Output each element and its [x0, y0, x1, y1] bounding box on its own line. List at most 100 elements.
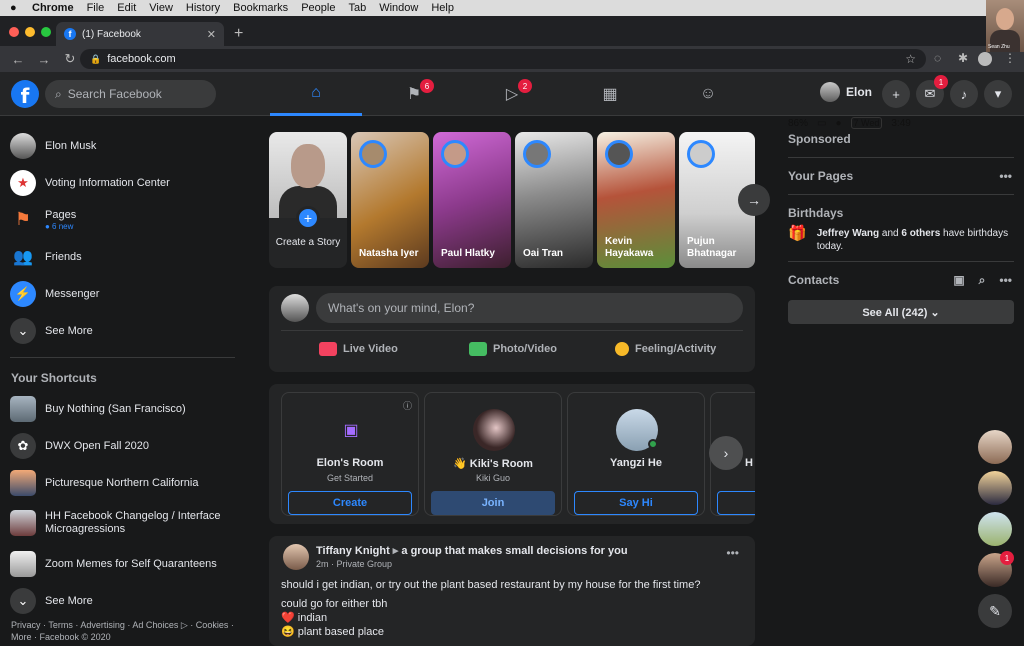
menu-bookmarks[interactable]: Bookmarks [233, 2, 288, 14]
apple-icon[interactable]: ● [10, 2, 22, 14]
join-room-button[interactable]: Join [431, 491, 555, 515]
menu-edit[interactable]: Edit [117, 2, 136, 14]
url-text: facebook.com [107, 53, 176, 65]
more-options-icon[interactable]: ••• [726, 546, 739, 560]
menu-help[interactable]: Help [431, 2, 454, 14]
birthday-text: Jeffrey Wang and 6 others have birthdays… [817, 227, 1014, 253]
right-divider [788, 194, 1014, 195]
rooms-next-chevron-icon[interactable]: › [709, 436, 743, 470]
shortcut-hh-changelog[interactable]: HH Facebook Changelog / Interface Microa… [0, 501, 245, 545]
facebook-logo-icon[interactable]: f [11, 80, 39, 108]
photo-video-button[interactable]: Photo/Video [469, 342, 557, 356]
pages-badge: 6 [420, 79, 434, 93]
watch-icon[interactable]: ▷ 2 [466, 72, 558, 116]
reload-icon[interactable]: ↻ [62, 51, 78, 67]
chrome-menu-icon[interactable]: ⋮ [1004, 51, 1016, 65]
search-icon[interactable]: ⌕ [979, 273, 986, 288]
shortcut-picturesque[interactable]: Picturesque Northern California [0, 464, 245, 501]
chat-head-avatar[interactable] [978, 471, 1012, 505]
account-chevron-down-icon[interactable]: ▾ [984, 80, 1012, 108]
pages-flag-icon[interactable]: ⚑ 6 [368, 72, 460, 116]
more-options-icon[interactable]: ••• [999, 273, 1012, 288]
shortcuts-see-more[interactable]: ⌄ See More [0, 582, 245, 619]
new-room-video-icon[interactable]: ▣ [953, 273, 964, 288]
back-icon[interactable]: ← [10, 52, 26, 67]
story-avatar [441, 140, 469, 168]
shortcut-zoom-memes[interactable]: Zoom Memes for Self Quaranteens [0, 545, 245, 582]
see-all-contacts-button[interactable]: See All (242) ⌄ [788, 300, 1014, 324]
messenger-icon[interactable]: ✉ 1 [916, 75, 948, 108]
create-room-button[interactable]: Create [288, 491, 412, 515]
zoom-window-icon[interactable] [41, 27, 51, 37]
stories-tray: + Create a Story Natasha Iyer Paul Hlatk… [269, 132, 755, 268]
story-card[interactable]: Paul Hlatky [433, 132, 511, 268]
forward-icon[interactable]: → [36, 52, 52, 67]
chat-head-avatar[interactable] [978, 512, 1012, 546]
menu-file[interactable]: File [87, 2, 105, 14]
sidebar-item-profile[interactable]: Elon Musk [0, 127, 245, 164]
chat-head-avatar[interactable] [978, 430, 1012, 464]
menu-window[interactable]: Window [379, 2, 418, 14]
minimize-window-icon[interactable] [25, 27, 35, 37]
add-story-plus-icon[interactable]: + [296, 206, 320, 230]
marketplace-icon[interactable]: ▦ [564, 72, 656, 116]
create-story-card[interactable]: + Create a Story [269, 132, 347, 268]
new-tab-icon[interactable]: + [234, 25, 243, 43]
online-status-icon [648, 439, 658, 449]
groups-icon[interactable]: ☺ [662, 72, 754, 116]
sidebar-item-messenger[interactable]: ⚡ Messenger [0, 275, 245, 312]
chat-head-avatar[interactable]: 1 [978, 551, 1014, 587]
search-box[interactable]: ⌕ [45, 80, 216, 108]
shortcut-dwx[interactable]: ✿ DWX Open Fall 2020 [0, 427, 245, 464]
url-bar[interactable]: 🔒 facebook.com ☆ [80, 49, 926, 69]
post-group[interactable]: a group that makes small decisions for y… [401, 545, 627, 557]
notifications-bell-icon[interactable]: ♪ [950, 80, 978, 108]
window-controls [9, 27, 51, 37]
menu-view[interactable]: View [149, 2, 173, 14]
birthday-notice[interactable]: 🎁 Jeffrey Wang and 6 others have birthda… [788, 226, 1014, 253]
info-icon[interactable]: ⓘ [403, 399, 412, 412]
birthday-name: Jeffrey Wang [816, 228, 880, 239]
browser-tab[interactable]: f (1) Facebook ✕ [56, 22, 224, 46]
sidebar-item-friends[interactable]: 👥 Friends [0, 238, 245, 275]
story-card[interactable]: Natasha Iyer [351, 132, 429, 268]
menu-people[interactable]: People [301, 2, 335, 14]
story-card[interactable]: Oai Tran [515, 132, 593, 268]
bookmark-star-icon[interactable]: ☆ [905, 52, 916, 66]
avatar [473, 409, 515, 451]
room-button[interactable] [717, 491, 755, 515]
story-card[interactable]: Kevin Hayakawa [597, 132, 675, 268]
messenger-icon: ⚡ [10, 280, 36, 307]
avatar[interactable] [283, 544, 309, 570]
lock-icon[interactable]: 🔒 [90, 54, 101, 65]
stories-next-arrow-icon[interactable]: → [738, 184, 770, 216]
post-author[interactable]: Tiffany Knight [316, 545, 390, 557]
close-tab-icon[interactable]: ✕ [207, 28, 216, 41]
shortcut-buy-nothing[interactable]: Buy Nothing (San Francisco) [0, 390, 245, 427]
room-title: Yangzi He [610, 457, 662, 469]
address-bar-row: ← → ↻ 🔒 facebook.com ☆ ◌ ✱ ⋮ [0, 46, 1024, 72]
profile-chip[interactable]: Elon [820, 82, 872, 102]
sidebar-item-voting[interactable]: ★ Voting Information Center [0, 164, 245, 201]
create-plus-icon[interactable]: + [882, 80, 910, 108]
search-input[interactable] [67, 87, 198, 101]
menu-tab[interactable]: Tab [348, 2, 366, 14]
menu-history[interactable]: History [186, 2, 220, 14]
footer-links[interactable]: Privacy · Terms · Advertising · Ad Choic… [11, 619, 241, 643]
new-message-compose-icon[interactable]: ✎ [978, 594, 1012, 628]
close-window-icon[interactable] [9, 27, 19, 37]
sidebar-item-pages[interactable]: ⚑ Pages ● 6 new [0, 201, 245, 238]
profile-avatar[interactable] [978, 52, 992, 66]
home-icon[interactable]: ⌂ [270, 72, 362, 116]
say-hi-button[interactable]: Say Hi [574, 491, 698, 515]
right-divider [788, 157, 1014, 158]
extension-icon[interactable]: ◌ [934, 51, 941, 65]
live-video-button[interactable]: Live Video [319, 342, 398, 356]
menu-chrome[interactable]: Chrome [32, 2, 74, 14]
room-card: 👋 Kiki's Room Kiki Guo Join [424, 392, 562, 516]
whats-on-your-mind-input[interactable]: What's on your mind, Elon? [316, 293, 743, 323]
feeling-activity-button[interactable]: Feeling/Activity [615, 342, 716, 356]
more-options-icon[interactable]: ••• [999, 169, 1012, 183]
puzzle-icon[interactable]: ✱ [958, 51, 968, 65]
sidebar-see-more[interactable]: ⌄ See More [0, 312, 245, 349]
